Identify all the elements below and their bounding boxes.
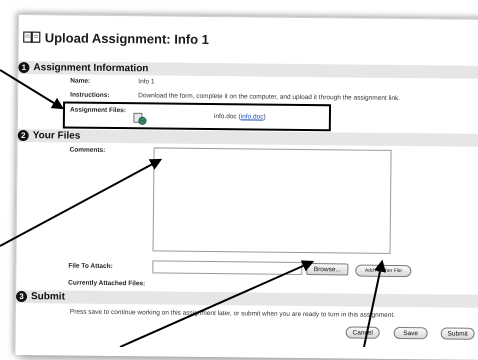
add-another-file-button[interactable]: Add Another File — [355, 265, 411, 278]
document-attachment-icon — [133, 112, 147, 125]
file-to-attach-label: File To Attach: — [68, 263, 112, 270]
assignment-files-label: Assignment Files: — [70, 107, 126, 115]
submit-instructions-text: Press save to continue working on this a… — [70, 309, 395, 319]
section-number-badge: 1 — [18, 62, 29, 73]
cancel-button[interactable]: Cancel — [346, 326, 380, 338]
section-title: Submit — [31, 291, 65, 302]
page-title: Upload Assignment: Info 1 — [45, 30, 209, 47]
book-icon — [23, 30, 41, 44]
browse-button[interactable]: Browse... — [306, 263, 348, 275]
save-button[interactable]: Save — [394, 327, 428, 339]
name-value: Info 1 — [138, 78, 154, 85]
upload-assignment-page: Upload Assignment: Info 1 1 Assignment I… — [14, 14, 478, 360]
instructions-label: Instructions: — [70, 92, 109, 99]
name-label: Name: — [70, 78, 90, 85]
currently-attached-files-label: Currently Attached Files: — [68, 280, 145, 288]
section-title: Assignment Information — [33, 62, 148, 74]
instructions-value: Download the form, complete it on the co… — [138, 92, 458, 102]
section-number-badge: 2 — [18, 130, 29, 141]
file-link-close: ) — [263, 114, 265, 121]
title-row: Upload Assignment: Info 1 — [23, 27, 209, 49]
comments-textarea[interactable] — [153, 147, 392, 253]
file-name: info.doc — [214, 113, 237, 120]
file-download-link[interactable]: info.doc — [241, 113, 264, 120]
section-number-badge: 3 — [16, 291, 27, 302]
assignment-file-entry: info.doc (info.doc) — [214, 113, 266, 121]
file-to-attach-input[interactable] — [152, 260, 302, 275]
section-header-your-files: 2 Your Files — [18, 129, 478, 147]
comments-label: Comments: — [70, 147, 106, 154]
section-title: Your Files — [33, 130, 81, 141]
section-header-assignment-information: 1 Assignment Information — [18, 61, 478, 79]
section-header-submit: 3 Submit — [16, 290, 478, 308]
submit-button[interactable]: Submit — [441, 327, 475, 339]
